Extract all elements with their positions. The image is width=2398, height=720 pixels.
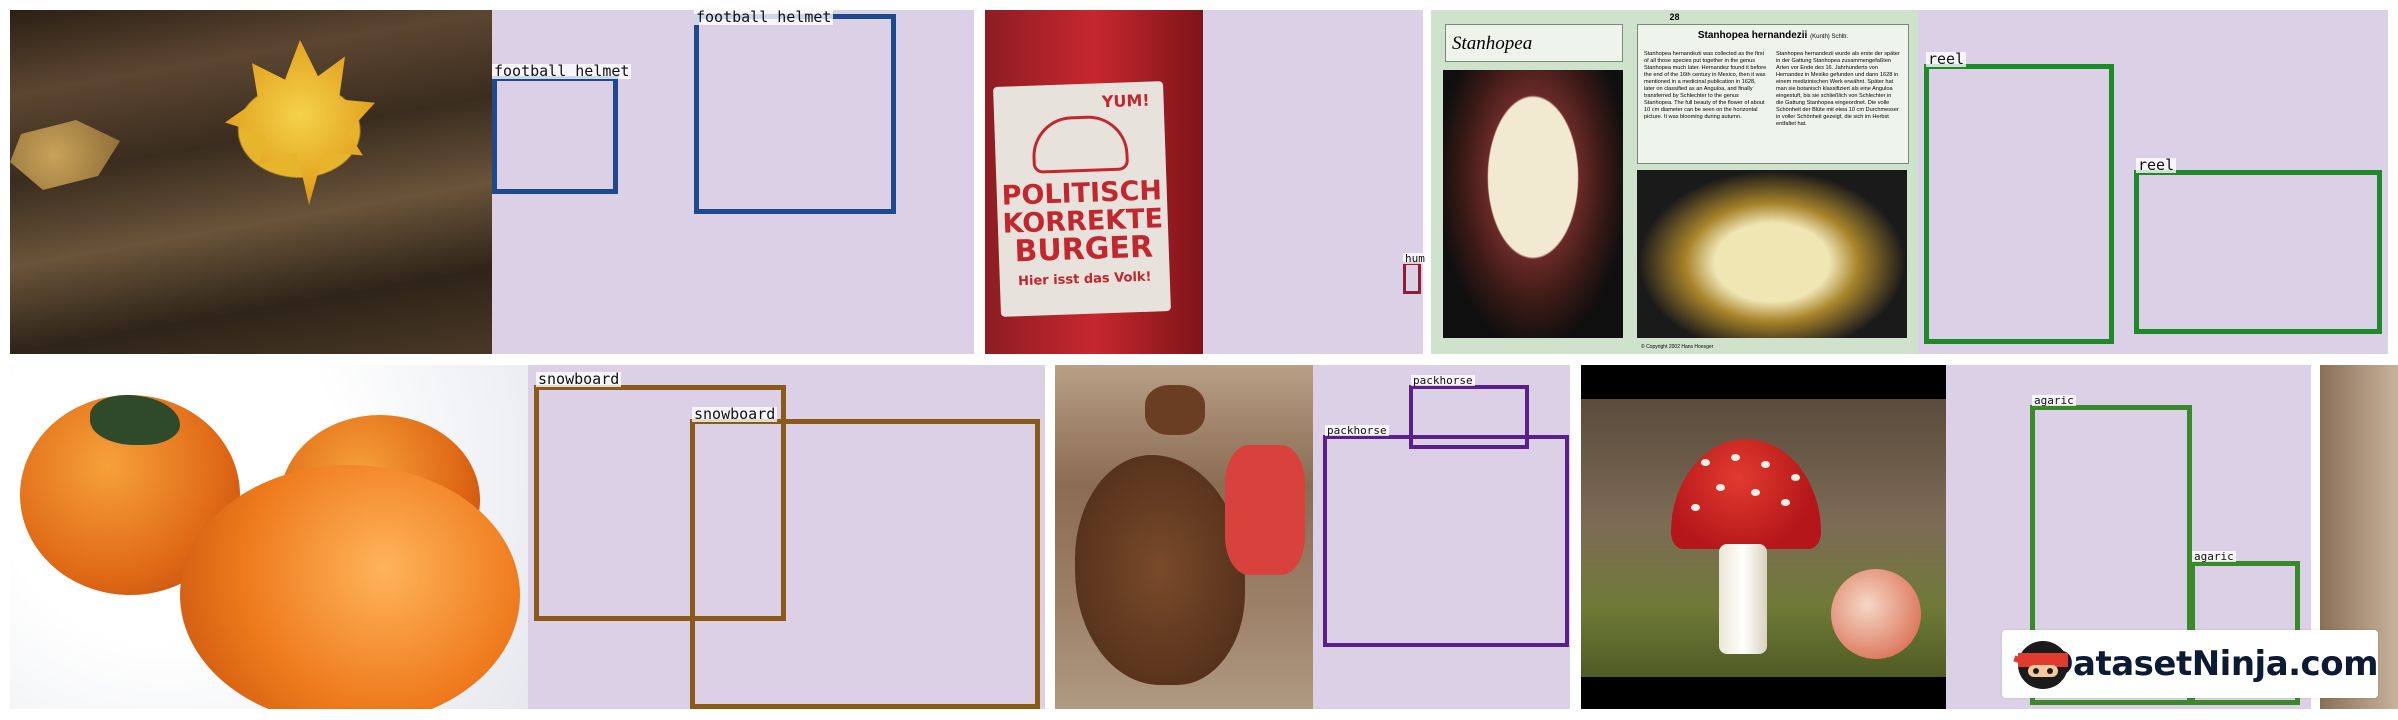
packhorse-label-1: packhorse xyxy=(1411,374,1475,387)
ninja-logo-icon xyxy=(2013,637,2068,691)
hum-bbox xyxy=(1403,262,1421,294)
packhorse-photo xyxy=(1055,365,1313,709)
horse-blanket xyxy=(1225,445,1305,575)
page-number: 28 xyxy=(1669,12,1680,22)
article-author: (Kunth) Schltr. xyxy=(1810,34,1849,40)
orchid-photo-horizontal xyxy=(1637,170,1907,338)
snowboard-bbox-2 xyxy=(690,419,1040,709)
horse-body xyxy=(1075,455,1245,685)
copyright: © Copyright 2002 Hans Hoesger xyxy=(1641,344,1714,350)
orchid-page-photo: 28 Stanhopea hernandezii Stanhopea herna… xyxy=(1431,10,1918,354)
packhorse-label-2: packhorse xyxy=(1325,424,1389,437)
species-title: Stanhopea hernandezii xyxy=(1445,24,1623,92)
agaric-label-1: agaric xyxy=(2032,394,2076,407)
snowboard-label-1: snowboard xyxy=(536,370,622,388)
hum-label: hum xyxy=(1403,252,1427,265)
reel-bbox-2 xyxy=(2134,170,2382,334)
burger-poster: YUM! POLITISCH KORREKTE BURGER Hier isst… xyxy=(993,81,1171,317)
reel-label-2: reel xyxy=(2136,156,2177,174)
persimmon-front xyxy=(180,465,520,709)
article-heading: Stanhopea hernandezii xyxy=(1697,30,1808,41)
packhorse-bbox-2 xyxy=(1323,435,1569,647)
helmet-label-2: football helmet xyxy=(694,8,834,26)
annotation-panel-hum: hum xyxy=(1203,10,1427,354)
annotation-panel-packhorse: packhorse packhorse xyxy=(1313,365,1570,709)
datasetninja-watermark: DatasetNinja.com xyxy=(2002,630,2378,698)
agaric-cap xyxy=(1671,439,1821,549)
agaric-label-2: agaric xyxy=(2192,550,2236,563)
annotation-panel-snowboard: snowboard snowboard xyxy=(528,365,1045,709)
helmet-bbox-2 xyxy=(694,14,896,214)
annotation-panel-helmet: football helmet football helmet xyxy=(492,10,974,354)
orchid-photo-vertical xyxy=(1443,70,1623,338)
agaric-stem xyxy=(1719,544,1767,654)
agaric-small-cap xyxy=(1831,569,1921,659)
snowboard-label-2: snowboard xyxy=(692,405,778,423)
persimmon-photo xyxy=(10,365,528,709)
annotation-panel-reel: reel reel xyxy=(1918,10,2388,354)
helmet-label-1: football helmet xyxy=(492,62,632,80)
burger-poster-photo: YUM! POLITISCH KORREKTE BURGER Hier isst… xyxy=(985,10,1203,354)
reel-bbox-1 xyxy=(1924,64,2114,344)
article-text-en: Stanhopea hernandezii was collected as t… xyxy=(1644,51,1767,120)
agaric-photo xyxy=(1581,365,1946,709)
helmet-bbox-1 xyxy=(492,76,618,194)
reel-label-1: reel xyxy=(1926,50,1967,68)
watermark-text: DatasetNinja.com xyxy=(2045,644,2378,684)
horse-background xyxy=(1145,385,1205,435)
maple-leaf-photo xyxy=(10,10,492,354)
article-text-de: Stanhopea hernandezii wurde als erste de… xyxy=(1776,51,1900,127)
